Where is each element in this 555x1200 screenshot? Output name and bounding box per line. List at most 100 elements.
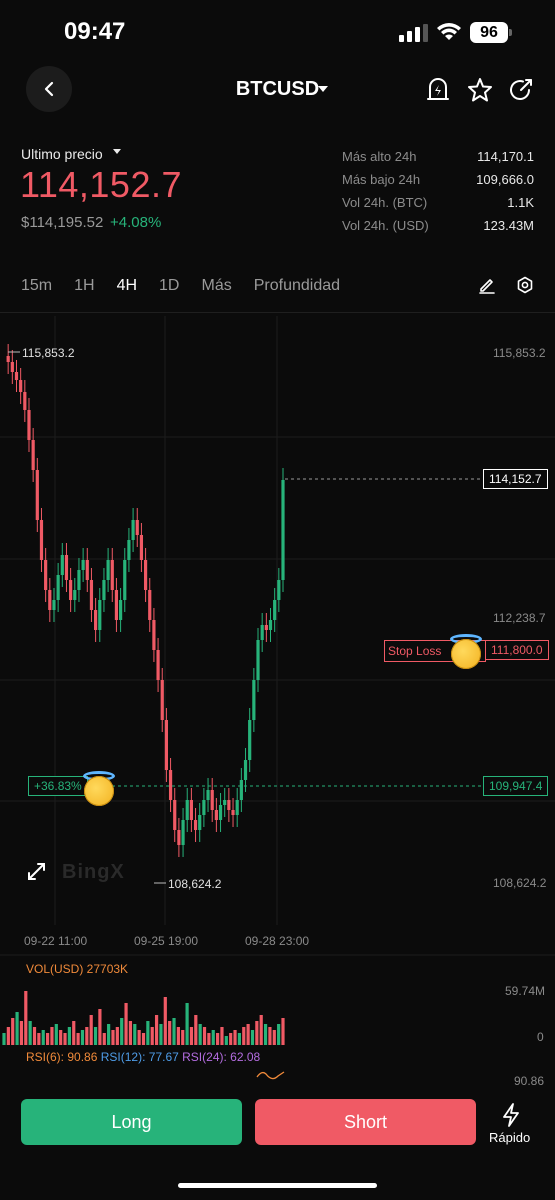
candle-body <box>60 555 64 575</box>
volume-bar <box>246 1024 250 1045</box>
smiling-face-with-halo-icon <box>451 639 481 669</box>
volume-bar <box>263 1024 268 1045</box>
candle-body <box>118 600 123 620</box>
candle-body <box>177 830 181 845</box>
candle-body <box>64 555 69 580</box>
candle-body <box>256 640 260 680</box>
volume-bar <box>2 1033 6 1045</box>
position-price-tag[interactable]: 109,947.4 <box>483 776 549 796</box>
volume-bar <box>80 1030 85 1045</box>
candle-body <box>69 580 73 600</box>
volume-bar <box>98 1009 102 1045</box>
rsi6-label: RSI(6): <box>26 1050 65 1064</box>
volume-bar <box>67 1027 71 1045</box>
candle-body <box>160 680 164 720</box>
rapido-button-label[interactable]: Rápido <box>489 1130 530 1145</box>
volume-bar <box>45 1033 50 1045</box>
rsi6-value: 90.86 <box>67 1050 98 1064</box>
candle-body <box>81 560 85 570</box>
fullscreen-expand-icon[interactable] <box>28 863 45 880</box>
candle-body <box>268 620 273 630</box>
volume-bar <box>229 1033 233 1045</box>
candle-body <box>39 520 44 560</box>
candle-body <box>27 410 31 440</box>
candle-body <box>189 800 193 820</box>
volume-bar <box>128 1021 133 1045</box>
candle-body <box>6 356 10 362</box>
volume-bar <box>202 1027 207 1045</box>
volume-bar <box>107 1024 111 1045</box>
candle-body <box>52 600 56 610</box>
volume-axis-zero: 0 <box>537 1030 544 1044</box>
stop-loss-label[interactable]: Stop Loss <box>388 644 441 658</box>
chart-low-label: 108,624.2 <box>168 877 222 891</box>
candle-body <box>277 580 281 600</box>
volume-bar <box>111 1030 115 1045</box>
x-axis-label: 09-22 11:00 <box>24 934 88 948</box>
candle-body <box>35 470 39 520</box>
position-pnl-tag[interactable]: +36.83% <box>28 776 88 796</box>
candle-body <box>235 800 239 815</box>
volume-bar <box>24 991 28 1045</box>
home-indicator[interactable] <box>178 1183 377 1188</box>
candle-body <box>110 560 114 590</box>
short-button[interactable]: Short <box>255 1099 476 1145</box>
rsi-indicators: RSI(6): 90.86 RSI(12): 77.67 RSI(24): 62… <box>26 1050 260 1064</box>
candle-body <box>164 720 169 770</box>
candle-body <box>85 560 89 580</box>
candle-body <box>243 760 248 780</box>
volume-bars <box>2 991 285 1045</box>
volume-bar <box>6 1027 10 1045</box>
candle-body <box>185 800 189 820</box>
volume-bar <box>168 1021 172 1045</box>
volume-bar <box>54 1024 58 1045</box>
x-axis-label: 09-25 19:00 <box>134 934 199 948</box>
candle-body <box>143 560 148 590</box>
volume-bar <box>59 1030 63 1045</box>
candle-body <box>48 590 52 610</box>
x-axis-label: 09-28 23:00 <box>245 934 310 948</box>
candle-body <box>218 805 223 820</box>
candle-body <box>239 780 243 800</box>
lightning-icon[interactable] <box>500 1103 522 1127</box>
long-button[interactable]: Long <box>21 1099 242 1145</box>
candle-body <box>31 440 35 470</box>
volume-bar <box>150 1027 154 1045</box>
volume-bar <box>154 1015 159 1045</box>
candle-body <box>214 810 218 820</box>
candle-body <box>73 590 77 600</box>
candle-body <box>44 560 48 590</box>
candle-body <box>231 810 235 815</box>
candle-body <box>198 815 202 830</box>
candle-body <box>127 540 131 560</box>
candle-body <box>135 520 139 535</box>
candle-body <box>148 590 152 620</box>
volume-bar <box>259 1015 263 1045</box>
candle-body <box>89 580 94 610</box>
candle-body <box>227 800 231 810</box>
candle-body <box>23 392 27 410</box>
volume-bar <box>172 1018 176 1045</box>
candlestick-chart[interactable] <box>0 0 555 1200</box>
volume-bar <box>220 1027 224 1045</box>
volume-bar <box>124 1003 128 1045</box>
candle-body <box>156 650 160 680</box>
volume-bar <box>272 1030 276 1045</box>
candle-body <box>248 720 252 760</box>
volume-bar <box>37 1033 41 1045</box>
stop-loss-price-tag[interactable]: 111,800.0 <box>485 640 549 660</box>
volume-bar <box>32 1027 37 1045</box>
candle-body <box>181 820 185 845</box>
volume-bar <box>233 1030 237 1045</box>
volume-bar <box>137 1030 141 1045</box>
rsi24-label: RSI(24): <box>182 1050 227 1064</box>
volume-bar <box>120 1018 124 1045</box>
candle-body <box>131 520 135 540</box>
rsi12-label: RSI(12): <box>100 1050 146 1064</box>
candle-body <box>168 770 173 800</box>
volume-bar <box>277 1024 281 1045</box>
volume-bar <box>198 1024 202 1045</box>
volume-bar <box>237 1033 242 1045</box>
volume-bar <box>181 1030 185 1045</box>
volume-bar <box>93 1027 98 1045</box>
